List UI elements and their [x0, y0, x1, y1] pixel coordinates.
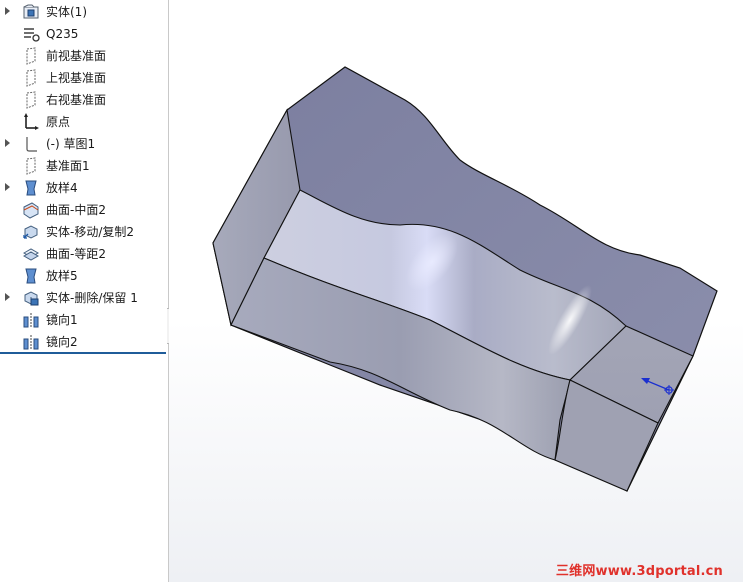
- sketch-icon: [22, 135, 40, 153]
- tree-item[interactable]: 实体-删除/保留 1: [0, 287, 168, 309]
- tree-item-label: 前视基准面: [46, 49, 107, 63]
- mirror-icon: [22, 311, 40, 329]
- mid-surface-icon: [22, 201, 40, 219]
- tree-item[interactable]: 放样5: [0, 265, 168, 287]
- tree-item-label: 实体(1): [46, 5, 87, 19]
- model-view[interactable]: [169, 0, 743, 582]
- plane-icon: [22, 69, 40, 87]
- site-watermark: 三维网www.3dportal.cn: [555, 564, 723, 579]
- tree-item-label: 实体-删除/保留 1: [46, 291, 138, 305]
- loft-icon: [22, 267, 40, 285]
- tree-item[interactable]: 原点: [0, 111, 168, 133]
- tree-item[interactable]: 镜向1: [0, 309, 168, 331]
- plane-icon: [22, 47, 40, 65]
- tree-item-label: (-) 草图1: [46, 137, 96, 151]
- tree-item[interactable]: 实体-移动/复制2: [0, 221, 168, 243]
- move-copy-body-icon: [22, 223, 40, 241]
- tree-item-label: 镜向2: [46, 335, 78, 349]
- tree-item-label: 曲面-等距2: [46, 247, 106, 261]
- tree-item-label: 实体-移动/复制2: [46, 225, 135, 239]
- tree-item[interactable]: Q235: [0, 23, 168, 45]
- feature-manager-tree: 实体(1) Q235 前视基准面上视基准面右视基准面原点 (-) 草图1 基准面1 放样4…: [0, 0, 169, 582]
- tree-item[interactable]: 右视基准面: [0, 89, 168, 111]
- expand-caret-icon[interactable]: [5, 139, 10, 147]
- tree-item-label: 右视基准面: [46, 93, 107, 107]
- tree-item-label: 原点: [46, 115, 71, 129]
- tree-item[interactable]: 曲面-等距2: [0, 243, 168, 265]
- material-icon: [22, 25, 40, 43]
- tree-item[interactable]: 前视基准面: [0, 45, 168, 67]
- tree-item-label: 上视基准面: [46, 71, 107, 85]
- expand-caret-icon[interactable]: [5, 183, 10, 191]
- tree-item-label: 曲面-中面2: [46, 203, 106, 217]
- graphics-viewport[interactable]: 三维网www.3dportal.cn: [169, 0, 743, 582]
- plane-icon: [22, 157, 40, 175]
- plane-icon: [22, 91, 40, 109]
- origin-icon: [22, 113, 40, 131]
- tree-item[interactable]: (-) 草图1: [0, 133, 168, 155]
- expand-caret-icon[interactable]: [5, 7, 10, 15]
- tree-item-label: Q235: [46, 27, 79, 41]
- mirror-icon: [22, 333, 40, 351]
- rollback-bar[interactable]: [0, 352, 166, 354]
- solid-bodies-folder-icon: [22, 3, 40, 21]
- tree-item[interactable]: 基准面1: [0, 155, 168, 177]
- offset-surface-icon: [22, 245, 40, 263]
- delete-keep-body-icon: [22, 289, 40, 307]
- tree-item-label: 放样4: [46, 181, 78, 195]
- tree-item-label: 基准面1: [46, 159, 90, 173]
- tree-item[interactable]: 曲面-中面2: [0, 199, 168, 221]
- tree-item-label: 放样5: [46, 269, 78, 283]
- tree-item[interactable]: 上视基准面: [0, 67, 168, 89]
- tree-item[interactable]: 镜向2: [0, 331, 168, 353]
- tree-item-label: 镜向1: [46, 313, 78, 327]
- tree-item[interactable]: 实体(1): [0, 1, 168, 23]
- tree-item[interactable]: 放样4: [0, 177, 168, 199]
- loft-icon: [22, 179, 40, 197]
- expand-caret-icon[interactable]: [5, 293, 10, 301]
